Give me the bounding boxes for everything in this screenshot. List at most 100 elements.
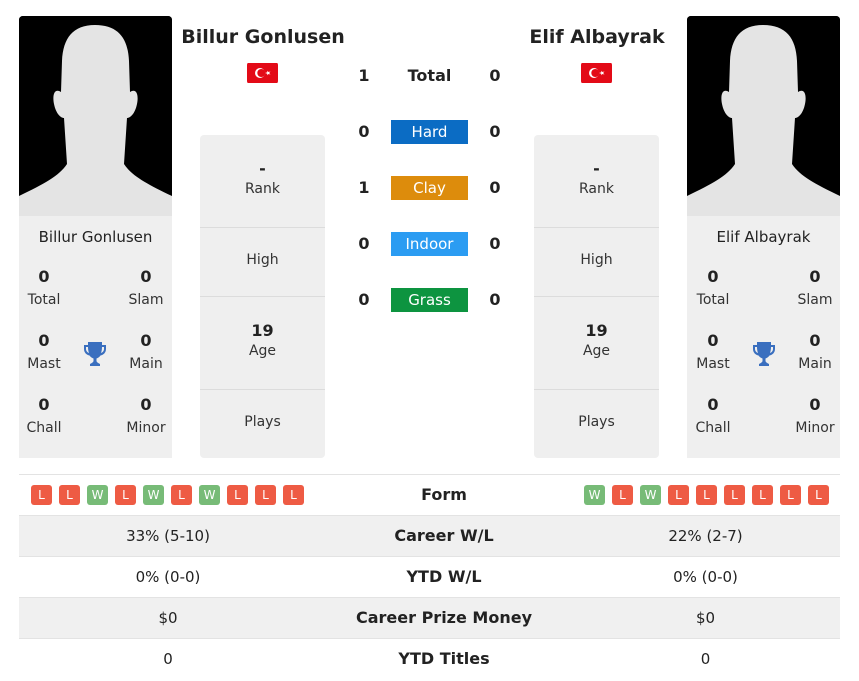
titles-minor-value: 0 bbox=[140, 395, 152, 414]
age-label: Age bbox=[248, 343, 277, 359]
player-left-card-name[interactable]: Billur Gonlusen bbox=[19, 228, 172, 246]
prize-money-right: $0 bbox=[695, 609, 716, 627]
age-label: Age bbox=[582, 343, 611, 359]
titles-mast-label: Mast bbox=[696, 356, 730, 372]
player-right-card-name[interactable]: Elif Albayrak bbox=[687, 228, 840, 246]
surface-indoor-badge[interactable]: Indoor bbox=[391, 232, 468, 256]
h2h-indoor-right: 0 bbox=[489, 234, 501, 253]
titles-total: 0 Total bbox=[683, 267, 743, 310]
player-left-info-card: - Rank High 19 Age Plays bbox=[200, 135, 325, 458]
titles-slam-value: 0 bbox=[809, 267, 821, 286]
h2h-grass-right: 0 bbox=[489, 290, 501, 309]
rank-cell: - Rank bbox=[534, 135, 659, 228]
form-win-badge[interactable]: W bbox=[87, 485, 108, 505]
titles-minor-label: Minor bbox=[795, 420, 835, 436]
form-loss-badge[interactable]: L bbox=[808, 485, 829, 505]
titles-total: 0 Total bbox=[14, 267, 74, 310]
surface-clay-badge[interactable]: Clay bbox=[391, 176, 468, 200]
surface-grass-badge[interactable]: Grass bbox=[391, 288, 468, 312]
titles-minor: 0 Minor bbox=[116, 395, 176, 438]
h2h-total-row: 1 Total 0 bbox=[340, 64, 520, 88]
player-right-photo bbox=[687, 16, 840, 216]
form-loss-badge[interactable]: L bbox=[59, 485, 80, 505]
titles-slam: 0 Slam bbox=[785, 267, 845, 310]
player-left-photo bbox=[19, 16, 172, 216]
h2h-hard-right: 0 bbox=[489, 122, 501, 141]
form-win-badge[interactable]: W bbox=[143, 485, 164, 505]
table-row: 33% (5-10) Career W/L 22% (2-7) bbox=[19, 515, 840, 556]
titles-main: 0 Main bbox=[116, 331, 176, 374]
titles-main-value: 0 bbox=[809, 331, 821, 350]
form-row: LLWLWLWLLL Form WLWLLLLLL bbox=[19, 474, 840, 515]
titles-minor: 0 Minor bbox=[785, 395, 845, 438]
player-left-form: LLWLWLWLLL bbox=[31, 485, 304, 505]
ytd-titles-right: 0 bbox=[700, 650, 711, 668]
titles-total-value: 0 bbox=[38, 267, 50, 286]
h2h-total-label: Total bbox=[407, 66, 452, 85]
form-loss-badge[interactable]: L bbox=[255, 485, 276, 505]
form-loss-badge[interactable]: L bbox=[780, 485, 801, 505]
player-right-name[interactable]: Elif Albayrak bbox=[497, 26, 697, 48]
table-row: 0 YTD Titles 0 bbox=[19, 638, 840, 679]
career-wl-label: Career W/L bbox=[394, 526, 494, 545]
form-loss-badge[interactable]: L bbox=[171, 485, 192, 505]
form-loss-badge[interactable]: L bbox=[724, 485, 745, 505]
h2h-indoor-row: 0 Indoor 0 bbox=[340, 232, 520, 256]
career-wl-left: 33% (5-10) bbox=[126, 527, 210, 545]
age-cell: 19 Age bbox=[534, 297, 659, 390]
form-loss-badge[interactable]: L bbox=[668, 485, 689, 505]
titles-mast: 0 Mast bbox=[683, 331, 743, 374]
titles-mast: 0 Mast bbox=[14, 331, 74, 374]
comparison-table: LLWLWLWLLL Form WLWLLLLLL 33% (5-10) Car… bbox=[19, 474, 840, 679]
titles-slam-label: Slam bbox=[797, 292, 833, 308]
form-loss-badge[interactable]: L bbox=[283, 485, 304, 505]
player-left-name[interactable]: Billur Gonlusen bbox=[163, 26, 363, 48]
high-label: High bbox=[580, 252, 613, 268]
high-label: High bbox=[246, 252, 279, 268]
titles-main-value: 0 bbox=[140, 331, 152, 350]
ytd-titles-label: YTD Titles bbox=[398, 649, 490, 668]
form-loss-badge[interactable]: L bbox=[612, 485, 633, 505]
ytd-wl-left: 0% (0-0) bbox=[135, 568, 201, 586]
titles-main: 0 Main bbox=[785, 331, 845, 374]
high-cell: High bbox=[200, 228, 325, 297]
silhouette-icon bbox=[19, 16, 172, 216]
h2h-total-left: 1 bbox=[358, 66, 370, 85]
player-right-titles-card: Elif Albayrak 0 Total 0 Slam 0 Mast 0 Ma… bbox=[687, 216, 840, 458]
h2h-indoor-left: 0 bbox=[358, 234, 370, 253]
h2h-clay-row: 1 Clay 0 bbox=[340, 176, 520, 200]
turkey-flag-icon bbox=[581, 63, 612, 83]
rank-value: - bbox=[593, 159, 600, 178]
h2h-grass-left: 0 bbox=[358, 290, 370, 309]
trophy-icon bbox=[84, 342, 106, 366]
form-loss-badge[interactable]: L bbox=[696, 485, 717, 505]
titles-total-label: Total bbox=[27, 292, 61, 308]
table-row: $0 Career Prize Money $0 bbox=[19, 597, 840, 638]
titles-minor-value: 0 bbox=[809, 395, 821, 414]
titles-chall-value: 0 bbox=[707, 395, 719, 414]
form-loss-badge[interactable]: L bbox=[115, 485, 136, 505]
form-loss-badge[interactable]: L bbox=[227, 485, 248, 505]
form-win-badge[interactable]: W bbox=[199, 485, 220, 505]
form-loss-badge[interactable]: L bbox=[31, 485, 52, 505]
titles-chall-value: 0 bbox=[38, 395, 50, 414]
titles-slam: 0 Slam bbox=[116, 267, 176, 310]
player-right-form: WLWLLLLLL bbox=[584, 485, 829, 505]
age-value: 19 bbox=[251, 321, 274, 340]
player-left-titles-card: Billur Gonlusen 0 Total 0 Slam 0 Mast 0 … bbox=[19, 216, 172, 458]
form-win-badge[interactable]: W bbox=[640, 485, 661, 505]
form-win-badge[interactable]: W bbox=[584, 485, 605, 505]
age-value: 19 bbox=[585, 321, 608, 340]
form-loss-badge[interactable]: L bbox=[752, 485, 773, 505]
surface-hard-badge[interactable]: Hard bbox=[391, 120, 468, 144]
turkey-flag-icon bbox=[247, 63, 278, 83]
h2h-clay-right: 0 bbox=[489, 178, 501, 197]
rank-label: Rank bbox=[579, 181, 614, 197]
h2h-hard-left: 0 bbox=[358, 122, 370, 141]
plays-label: Plays bbox=[578, 414, 615, 430]
age-cell: 19 Age bbox=[200, 297, 325, 390]
h2h-hard-row: 0 Hard 0 bbox=[340, 120, 520, 144]
high-cell: High bbox=[534, 228, 659, 297]
ytd-titles-left: 0 bbox=[163, 650, 173, 668]
prize-money-left: $0 bbox=[158, 609, 178, 627]
